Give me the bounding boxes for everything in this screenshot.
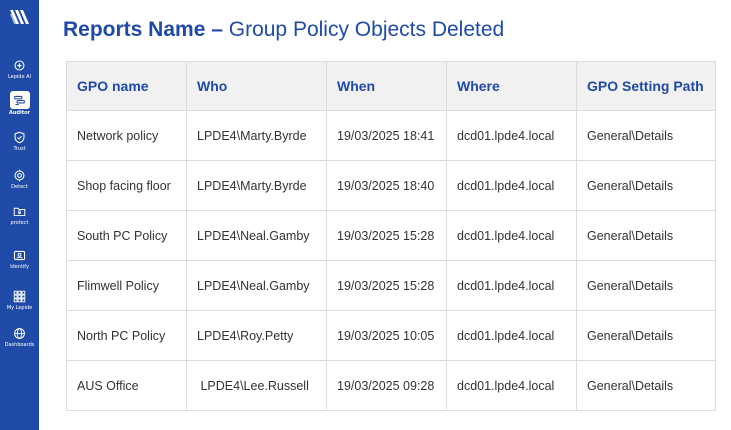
table-row[interactable]: South PC Policy LPDE4\Neal.Gamby 19/03/2… [66,210,716,261]
cell-gpo-setting-path: General\Details [576,260,716,311]
cell-who: LPDE4\Lee.Russell [186,360,327,411]
auditor-icon [9,91,30,109]
page-title-separator: – [205,18,229,41]
table-header-row: GPO name Who When Where GPO Setting Path [66,61,716,111]
cell-where: dcd01.lpde4.local [446,160,577,211]
cell-when: 19/03/2025 18:41 [326,110,447,161]
cell-who: LPDE4\Marty.Byrde [186,110,327,161]
lepide-logo-icon[interactable] [8,6,30,28]
folder-lock-icon [12,203,28,219]
sidebar-item-label: protect [10,220,29,226]
page-title: Reports Name – Group Policy Objects Dele… [63,16,504,44]
cell-gpo-name: Shop facing floor [66,160,187,211]
cell-who: LPDE4\Roy.Petty [186,310,327,361]
sidebar-item-my-lepide[interactable]: My Lepide [0,288,39,318]
cell-gpo-setting-path: General\Details [576,360,716,411]
column-header-when[interactable]: When [326,61,447,111]
sidebar-item-label: Detect [11,184,28,190]
cell-gpo-setting-path: General\Details [576,310,716,361]
cell-when: 19/03/2025 15:28 [326,210,447,261]
globe-icon [12,325,28,341]
cell-who: LPDE4\Marty.Byrde [186,160,327,211]
table-row[interactable]: Shop facing floor LPDE4\Marty.Byrde 19/0… [66,160,716,211]
cell-when: 19/03/2025 15:28 [326,260,447,311]
cell-gpo-setting-path: General\Details [576,160,716,211]
column-header-who[interactable]: Who [186,61,327,111]
table-row[interactable]: Flimwell Policy LPDE4\Neal.Gamby 19/03/2… [66,260,716,311]
target-icon [12,167,28,183]
table-row[interactable]: Network policy LPDE4\Marty.Byrde 19/03/2… [66,110,716,161]
sidebar-item-protect[interactable]: protect [0,203,39,233]
cell-who: LPDE4\Neal.Gamby [186,210,327,261]
cell-where: dcd01.lpde4.local [446,360,577,411]
cell-where: dcd01.lpde4.local [446,110,577,161]
sidebar-item-trust[interactable]: Trust [0,129,39,159]
ai-sparkle-icon [12,57,28,73]
cell-who: LPDE4\Neal.Gamby [186,260,327,311]
sidebar-item-lepide-ai[interactable]: Lepide AI [0,57,39,87]
cell-when: 19/03/2025 10:05 [326,310,447,361]
cell-when: 19/03/2025 09:28 [326,360,447,411]
cell-gpo-setting-path: General\Details [576,210,716,261]
sidebar-item-label: Trust [13,146,26,152]
shield-check-icon [12,129,28,145]
cell-gpo-name: South PC Policy [66,210,187,261]
sidebar-item-dashboards[interactable]: Dashboards [0,325,39,355]
page-title-report-name: Group Policy Objects Deleted [228,18,505,41]
sidebar: Lepide AI Auditor Trust Detect protect I… [0,0,39,430]
id-card-icon [12,247,28,263]
sidebar-item-label: Auditor [8,110,30,116]
cell-when: 19/03/2025 18:40 [326,160,447,211]
column-header-gpo-setting-path[interactable]: GPO Setting Path [576,61,716,111]
cell-gpo-setting-path: General\Details [576,110,716,161]
sidebar-item-label: My Lepide [6,305,33,311]
cell-gpo-name: AUS Office [66,360,187,411]
cell-gpo-name: Network policy [66,110,187,161]
cell-gpo-name: North PC Policy [66,310,187,361]
sidebar-item-label: Lepide AI [7,74,32,80]
cell-where: dcd01.lpde4.local [446,260,577,311]
table-row[interactable]: North PC Policy LPDE4\Roy.Petty 19/03/20… [66,310,716,361]
sidebar-item-auditor[interactable]: Auditor [0,91,39,121]
report-table: GPO name Who When Where GPO Setting Path… [66,61,716,411]
page-title-strong: Reports Name [63,18,206,41]
sidebar-item-label: Dashboards [4,342,35,348]
sidebar-item-label: Identify [10,264,29,270]
cell-where: dcd01.lpde4.local [446,310,577,361]
cell-gpo-name: Flimwell Policy [66,260,187,311]
column-header-gpo-name[interactable]: GPO name [66,61,187,111]
grid-apps-icon [12,288,28,304]
cell-where: dcd01.lpde4.local [446,210,577,261]
sidebar-item-identify[interactable]: Identify [0,247,39,277]
column-header-where[interactable]: Where [446,61,577,111]
sidebar-item-detect[interactable]: Detect [0,167,39,197]
table-row[interactable]: AUS Office LPDE4\Lee.Russell 19/03/2025 … [66,360,716,411]
